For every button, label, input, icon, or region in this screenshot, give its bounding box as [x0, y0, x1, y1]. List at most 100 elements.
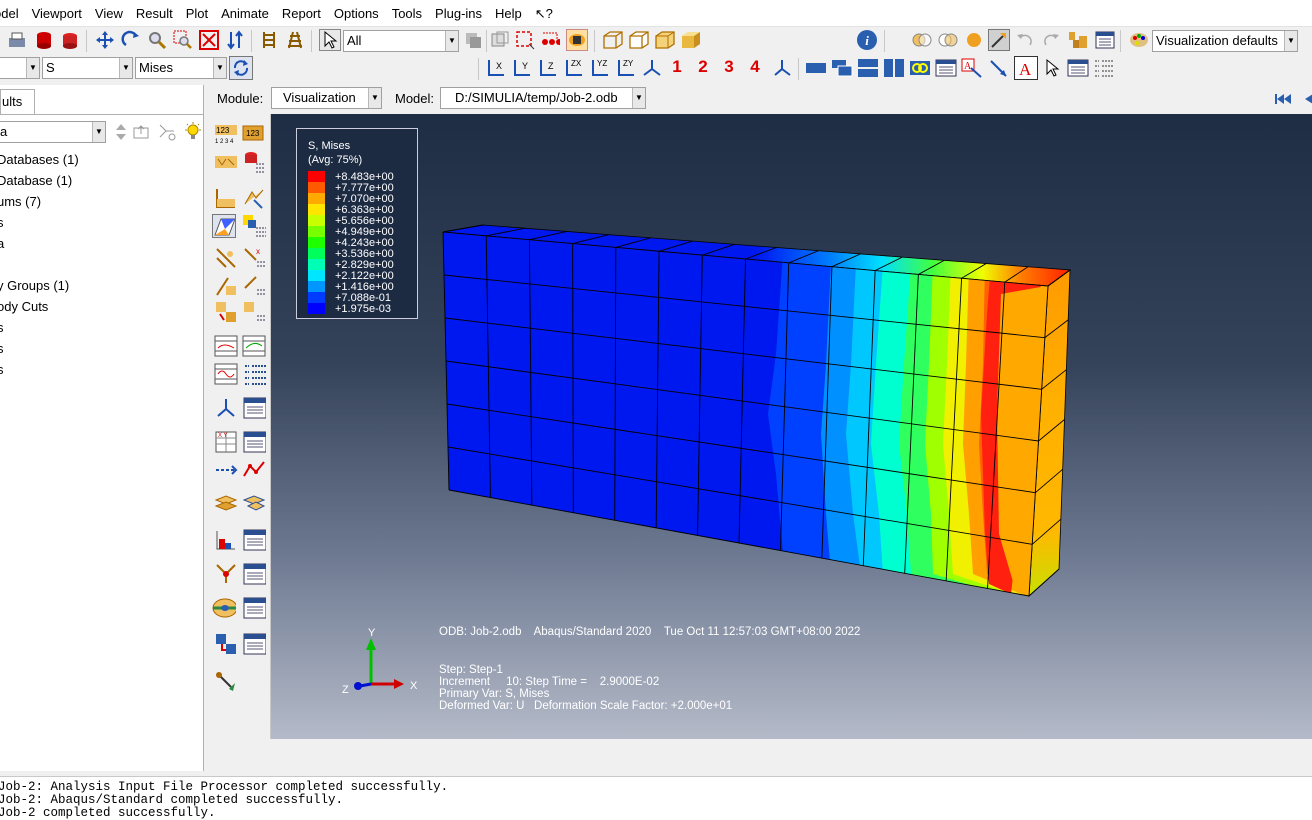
triad-1-icon[interactable]: 1	[666, 56, 688, 78]
layout-single-icon[interactable]	[805, 57, 827, 79]
tree-up-folder-icon[interactable]	[130, 121, 152, 143]
animate-time-history-icon[interactable]	[242, 334, 266, 358]
tree-item[interactable]: ody Cuts	[0, 299, 48, 314]
select-arrow-icon[interactable]	[319, 29, 341, 51]
query-tool-icon[interactable]	[214, 670, 238, 694]
print-icon[interactable]	[6, 29, 28, 51]
tree-item[interactable]: a	[0, 236, 4, 251]
wireframe-icon[interactable]	[602, 29, 624, 51]
tree-item[interactable]: Database (1)	[0, 173, 72, 188]
animation-options-icon[interactable]	[242, 362, 266, 386]
viewport-manager-icon[interactable]	[1094, 29, 1116, 51]
free-body-cut-icon[interactable]	[214, 528, 238, 552]
hidden-line-icon[interactable]	[628, 29, 650, 51]
menu-view[interactable]: View	[91, 0, 132, 27]
display-group-create-icon[interactable]	[214, 562, 238, 586]
cycle-views-icon[interactable]	[224, 29, 246, 51]
link-viewports-icon[interactable]	[909, 57, 931, 79]
layout-tile-h-icon[interactable]	[857, 57, 879, 79]
field-output-refresh-icon[interactable]	[229, 56, 253, 80]
model-dropdown[interactable]: D:/SIMULIA/temp/Job-2.odb ▼	[440, 87, 646, 109]
magnify-icon[interactable]	[146, 29, 168, 51]
menu-result[interactable]: Result	[132, 0, 182, 27]
pan-icon[interactable]	[94, 29, 116, 51]
menu-report[interactable]: Report	[278, 0, 330, 27]
material-orientation-options-icon[interactable]: x	[242, 246, 266, 270]
view-y-icon[interactable]: Y	[510, 57, 532, 79]
viewport[interactable]: S, Mises (Avg: 75%) +8.483e+00 +7.777e+00…	[271, 114, 1312, 739]
plot-contour-options-icon[interactable]	[212, 214, 236, 238]
overlay-icon[interactable]	[937, 29, 959, 51]
selection-filter-dropdown[interactable]: All ▼	[343, 30, 459, 52]
lightbulb-icon[interactable]	[182, 121, 204, 143]
menu-tools[interactable]: Tools	[388, 0, 431, 27]
tree-filter-dropdown[interactable]: a ▼	[0, 121, 106, 143]
previous-frame-icon[interactable]	[1298, 88, 1312, 110]
overlay-plot-icon[interactable]	[242, 300, 266, 324]
view-x-icon[interactable]: X	[484, 57, 506, 79]
redo-icon[interactable]	[1040, 29, 1062, 51]
plot-deformed-icon[interactable]: 123	[242, 122, 266, 146]
field-category-dropdown[interactable]: ▼	[0, 57, 40, 79]
field-invariant-dropdown[interactable]: Mises ▼	[135, 57, 227, 79]
animate-harmonic-icon[interactable]	[214, 362, 238, 386]
tree-item[interactable]: ums (7)	[0, 194, 41, 209]
save-db-icon[interactable]	[33, 29, 55, 51]
tree-filter-icon[interactable]	[156, 121, 178, 143]
tree-item[interactable]: Databases (1)	[0, 152, 79, 167]
menu-animate[interactable]: Animate	[217, 0, 278, 27]
axis-triad-icon[interactable]	[771, 57, 793, 79]
tree-toggle-icon[interactable]	[258, 29, 280, 51]
plot-undeformed-icon[interactable]: 123 1 2 3 4	[214, 122, 238, 146]
menu-model[interactable]: odel	[0, 0, 28, 27]
multiple-options-icon[interactable]	[242, 274, 266, 298]
text-annotation-icon[interactable]: A	[961, 57, 983, 79]
xy-data-manager-icon[interactable]	[242, 430, 266, 454]
plot-multiple-icon[interactable]	[214, 274, 238, 298]
sphere-icon[interactable]	[963, 29, 985, 51]
message-area[interactable]: Job-2: Analysis Input File Processor com…	[0, 776, 1312, 820]
free-body-manager-icon[interactable]	[242, 528, 266, 552]
view-z-icon[interactable]: Z	[536, 57, 558, 79]
auto-fit-icon[interactable]	[198, 29, 220, 51]
menu-help[interactable]: Help	[491, 0, 531, 27]
view-cut-manager-icon[interactable]	[242, 396, 266, 420]
filled-icon[interactable]	[654, 29, 676, 51]
viewport-linking-manager-icon[interactable]	[242, 632, 266, 656]
palette-icon[interactable]	[1128, 29, 1150, 51]
triad-4-icon[interactable]: 4	[744, 56, 766, 78]
tree-item[interactable]: y Groups (1)	[0, 278, 69, 293]
module-dropdown[interactable]: Visualization ▼	[271, 87, 382, 109]
menu-plugins[interactable]: Plug-ins	[431, 0, 491, 27]
create-display-group-icon[interactable]	[212, 596, 236, 620]
context-help-icon[interactable]: ↖?	[531, 0, 562, 27]
arrow-annotation-icon[interactable]	[988, 57, 1010, 79]
tree-item[interactable]: s	[0, 320, 4, 335]
query-points-icon[interactable]	[539, 29, 561, 51]
menu-viewport[interactable]: Viewport	[28, 0, 91, 27]
layout-cascade-icon[interactable]	[831, 57, 853, 79]
box-select-icon[interactable]	[514, 29, 536, 51]
probe-icon[interactable]	[988, 29, 1010, 51]
box-zoom-icon[interactable]	[172, 29, 194, 51]
field-variable-dropdown[interactable]: S ▼	[42, 57, 133, 79]
stream-create-icon[interactable]	[214, 492, 238, 516]
tree-updown-icon[interactable]	[110, 121, 132, 143]
annotation-manager-icon[interactable]	[935, 57, 957, 79]
render-style-dropdown[interactable]: Visualization defaults ▼	[1152, 30, 1298, 52]
view-xz-icon[interactable]: ZX	[562, 57, 584, 79]
layout-tile-v-icon[interactable]	[883, 57, 905, 79]
list-options-icon[interactable]	[1093, 57, 1115, 79]
display-group-manager-icon[interactable]	[242, 562, 266, 586]
tree-item[interactable]: s	[0, 215, 4, 230]
viewport-linking-icon[interactable]	[214, 632, 238, 656]
tree-item[interactable]: s	[0, 362, 4, 377]
plot-symbol-options-icon[interactable]	[242, 214, 266, 238]
display-group-icon[interactable]	[566, 29, 588, 51]
menu-plot[interactable]: Plot	[182, 0, 217, 27]
model-render[interactable]	[271, 114, 1312, 739]
info-icon[interactable]: i	[856, 29, 878, 51]
plot-contours-both-icon[interactable]	[214, 186, 238, 210]
plot-contours-deformed-icon[interactable]	[242, 150, 266, 174]
pick-annotation-icon[interactable]	[1042, 57, 1064, 79]
